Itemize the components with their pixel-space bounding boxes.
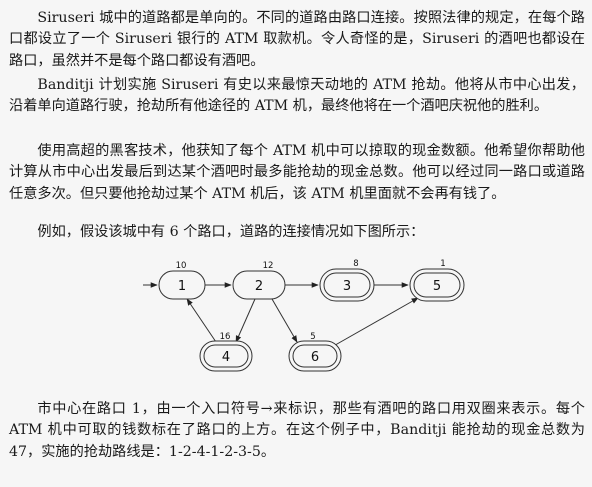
paragraph-hacking: 使用高超的黑客技术，他获知了每个 ATM 机中可以掠取的现金数额。他希望你帮助他… [9,143,585,202]
edge-2-4 [235,298,256,343]
paragraph-plan: Banditji 计划实施 Siruseri 有史以来最惊天动地的 ATM 抢劫… [9,77,585,115]
paragraph-intro: Siruseri 城中的道路都是单向的。不同的道路由路口连接。按照法律的规定，在… [9,10,585,69]
edge-6-5 [329,297,419,349]
cash-label-5: 1 [440,259,445,269]
road-graph-diagram: 1 2 3 5 4 6 10 12 8 1 16 5 [143,259,465,372]
node-label-5: 5 [433,279,441,294]
node-label-4: 4 [222,350,230,365]
edge-2-6 [271,298,298,343]
edge-4-1 [186,298,217,343]
node-label-1: 1 [178,279,186,294]
node-label-2: 2 [255,279,263,294]
cash-label-3: 8 [353,259,358,269]
cash-label-6: 5 [310,332,315,342]
cash-label-2: 12 [263,261,274,271]
node-label-6: 6 [311,350,319,365]
cash-label-4: 16 [220,332,231,342]
paragraph-explanation: 市中心在路口 1，由一个入口符号→来标识，那些有酒吧的路口用双圈来表示。每个 A… [9,401,585,460]
cash-label-1: 10 [176,261,187,271]
node-label-3: 3 [343,279,351,294]
paragraph-example-intro: 例如，假设该城中有 6 个路口，道路的连接情况如下图所示： [37,224,425,240]
